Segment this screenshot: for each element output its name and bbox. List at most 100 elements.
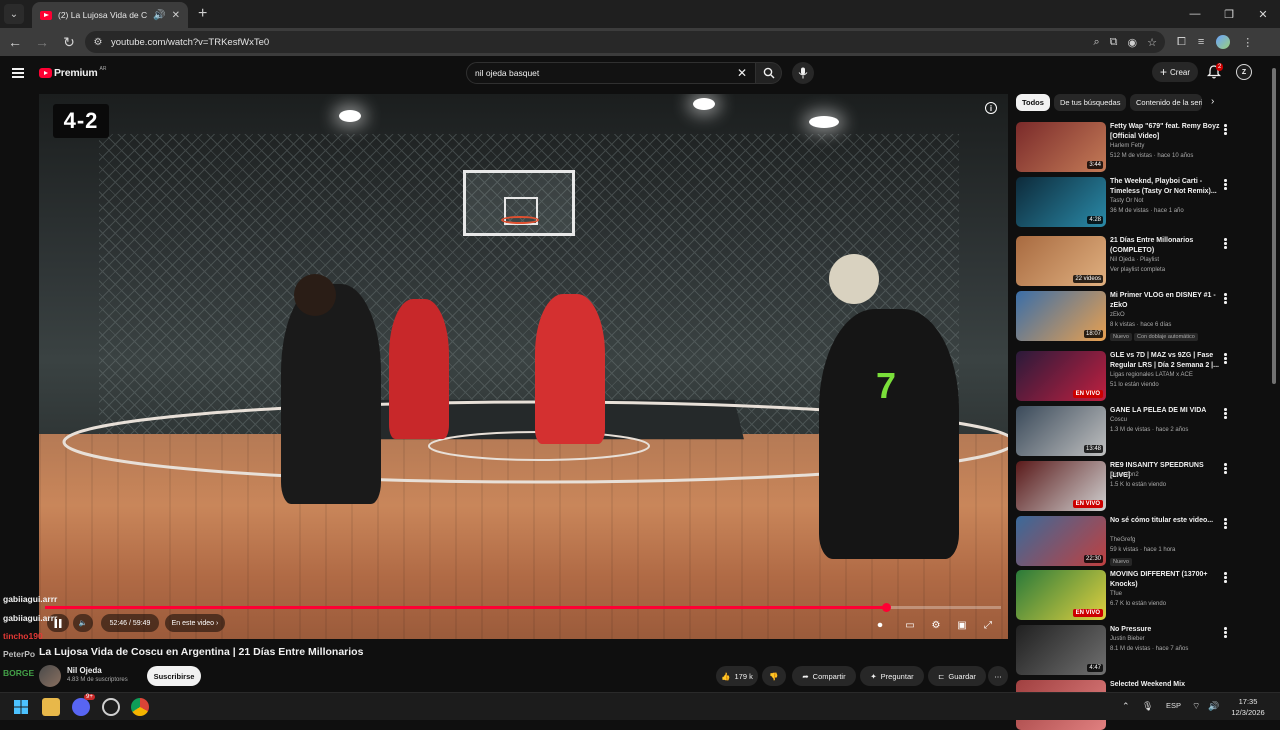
reload-button[interactable]: ↻ [57, 30, 81, 54]
video-thumbnail[interactable]: 4:47 [1016, 625, 1106, 675]
site-info-icon[interactable]: ⚙ [91, 35, 105, 49]
more-options-icon[interactable] [1224, 627, 1228, 639]
recommendation-channel[interactable]: Nil Ojeda · Playlist [1110, 257, 1159, 263]
recommendation-channel[interactable]: Harlem Fetty [1110, 143, 1144, 149]
recommendation-title[interactable]: No sé cómo titular este video... [1110, 516, 1222, 526]
tracking-protection-icon[interactable]: ◉ [1128, 36, 1138, 49]
video-thumbnail[interactable]: 4:28 [1016, 177, 1106, 227]
recommendation-item[interactable]: 3:44 Fetty Wap "679" feat. Remy Boyz [Off… [1016, 122, 1242, 172]
autoplay-toggle-icon[interactable]: ⏺ [871, 616, 889, 634]
menu-icon[interactable] [12, 68, 24, 78]
voice-search-button[interactable] [792, 62, 814, 84]
dislike-button[interactable]: 👎 [762, 666, 786, 686]
chip-todos[interactable]: Todos [1016, 94, 1050, 111]
save-button[interactable]: ⊏ Guardar [928, 666, 986, 686]
video-thumbnail[interactable]: 3:44 [1016, 122, 1106, 172]
browser-tab[interactable]: (2) La Lujosa Vida de Coscu 🔊 ✕ [32, 2, 188, 28]
video-thumbnail[interactable]: 18:07 [1016, 291, 1106, 341]
recommendation-title[interactable]: No Pressure [1110, 625, 1222, 635]
recommendation-item[interactable]: 4:47 No Pressure Justin Bieber 8.1 M de vis… [1016, 625, 1242, 675]
like-button[interactable]: 👍 179 k [716, 666, 758, 686]
bookmark-star-icon[interactable]: ☆ [1147, 36, 1157, 49]
discord-icon[interactable] [72, 698, 90, 716]
account-avatar[interactable]: Z [1236, 64, 1252, 80]
more-options-icon[interactable] [1224, 124, 1228, 136]
recommendation-item[interactable]: 22:30 No sé cómo titular este video... The… [1016, 516, 1242, 566]
channel-avatar[interactable] [39, 665, 61, 687]
chip-series[interactable]: Contenido de la serie [1130, 94, 1202, 111]
recommendation-title[interactable]: MOVING DIFFERENT (13700+ Knocks) [1110, 570, 1222, 589]
recommendation-item[interactable]: 4:28 The Weeknd, Playboi Carti - Timeless… [1016, 177, 1242, 227]
recommendation-item[interactable]: 13:48 GANE LA PELEA DE MI VIDA Coscu 1.3 M … [1016, 406, 1242, 456]
recommendation-channel[interactable]: Ligas regionales LATAM x ACE [1110, 372, 1193, 378]
fullscreen-icon[interactable]: ⤢ [979, 616, 997, 634]
more-actions-button[interactable]: ⋯ [988, 666, 1008, 686]
recommendation-channel[interactable]: zEkO [1110, 312, 1125, 318]
scrollbar-thumb[interactable] [1272, 68, 1276, 384]
recommendation-item[interactable]: EN VIVO MOVING DIFFERENT (13700+ Knocks) T… [1016, 570, 1242, 620]
recommendation-title[interactable]: The Weeknd, Playboi Carti - Timeless (Ta… [1110, 177, 1222, 196]
close-tab-icon[interactable]: ✕ [172, 10, 180, 21]
more-options-icon[interactable] [1224, 572, 1228, 584]
recommendation-item[interactable]: EN VIVO GLE vs 7D | MAZ vs 9ZG | Fase Reg… [1016, 351, 1242, 401]
recommendation-channel[interactable]: Tfue [1110, 591, 1122, 597]
recommendation-channel[interactable]: Justin Bieber [1110, 636, 1145, 642]
tray-chevron-icon[interactable]: ⌃ [1122, 701, 1130, 712]
create-button[interactable]: + Crear [1152, 62, 1198, 82]
video-thumbnail[interactable]: EN VIVO [1016, 570, 1106, 620]
install-app-icon[interactable]: ⧉ [1110, 36, 1118, 49]
video-thumbnail[interactable]: EN VIVO [1016, 461, 1106, 511]
recommendation-channel[interactable]: Distortion2 [1110, 472, 1139, 478]
more-options-icon[interactable] [1224, 518, 1228, 530]
search-button[interactable] [756, 62, 782, 84]
omnibox[interactable]: ⚙ youtube.com/watch?v=TRKesfWxTe0 ⌕ ⧉ ◉ … [85, 31, 1165, 53]
video-thumbnail[interactable]: 22 videos [1016, 236, 1106, 286]
subtitles-icon[interactable]: ▭ [901, 616, 919, 634]
close-window-button[interactable]: ✕ [1246, 0, 1280, 28]
search-input[interactable]: nil ojeda basquet [475, 68, 737, 78]
extensions-icon[interactable]: ⧠ [1177, 36, 1186, 49]
recommendation-channel[interactable]: Coscu [1110, 417, 1127, 423]
youtube-premium-logo[interactable]: Premium AR [39, 66, 107, 79]
restore-button[interactable]: ❐ [1212, 0, 1246, 28]
file-explorer-icon[interactable] [42, 698, 60, 716]
video-player[interactable]: 7 4-2 i 🔈 52:46 / 59:49 En este video › … [39, 94, 1008, 639]
recommendation-title[interactable]: Mi Primer VLOG en DISNEY #1 - zEkO [1110, 291, 1222, 310]
recommendation-channel[interactable]: Tasty Or Not [1110, 198, 1143, 204]
forward-button[interactable]: → [30, 30, 54, 54]
recommendation-item[interactable]: 18:07 Mi Primer VLOG en DISNEY #1 - zEkO z… [1016, 291, 1242, 341]
more-options-icon[interactable] [1224, 353, 1228, 365]
video-thumbnail[interactable]: EN VIVO [1016, 351, 1106, 401]
recommendation-channel[interactable]: TheGrefg [1110, 537, 1135, 543]
info-icon[interactable]: i [985, 102, 997, 114]
taskbar-clock[interactable]: 17:35 12/3/2026 [1226, 696, 1270, 718]
audio-playing-icon[interactable]: 🔊 [153, 10, 165, 21]
more-options-icon[interactable] [1224, 179, 1228, 191]
progress-bar[interactable] [45, 603, 1001, 612]
search-box[interactable]: nil ojeda basquet ✕ [466, 62, 756, 84]
recommendation-title[interactable]: GLE vs 7D | MAZ vs 9ZG | Fase Regular LR… [1110, 351, 1222, 370]
back-button[interactable]: ← [3, 30, 27, 54]
new-tab-button[interactable]: + [198, 5, 207, 23]
input-language[interactable]: ESP [1166, 701, 1181, 710]
network-icon[interactable]: ⌔ [1192, 701, 1200, 712]
more-options-icon[interactable] [1224, 463, 1228, 475]
speaker-icon[interactable]: 🔊 [1208, 701, 1219, 712]
recommendation-title[interactable]: GANE LA PELEA DE MI VIDA [1110, 406, 1222, 416]
more-options-icon[interactable] [1224, 408, 1228, 420]
channel-name[interactable]: Nil Ojeda [67, 666, 102, 675]
clear-search-icon[interactable]: ✕ [737, 66, 747, 80]
chips-next-icon[interactable]: › [1211, 96, 1214, 107]
recommendation-item[interactable]: EN VIVO RE9 INSANITY SPEEDRUNS [LIVE] Dist… [1016, 461, 1242, 511]
video-thumbnail[interactable]: 22:30 [1016, 516, 1106, 566]
browser-menu-icon[interactable]: ⋮ [1242, 36, 1253, 49]
url-text[interactable]: youtube.com/watch?v=TRKesfWxTe0 [111, 37, 1093, 48]
more-options-icon[interactable] [1224, 238, 1228, 250]
video-thumbnail[interactable]: 13:48 [1016, 406, 1106, 456]
steam-icon[interactable] [102, 698, 120, 716]
miniplayer-icon[interactable]: ▣ [953, 616, 971, 634]
browser-profile-icon[interactable] [1216, 35, 1231, 49]
recommendation-title[interactable]: Selected Weekend Mix [1110, 680, 1222, 690]
tab-search-button[interactable]: ⌄ [4, 4, 24, 24]
volume-button[interactable]: 🔈 [73, 614, 93, 632]
